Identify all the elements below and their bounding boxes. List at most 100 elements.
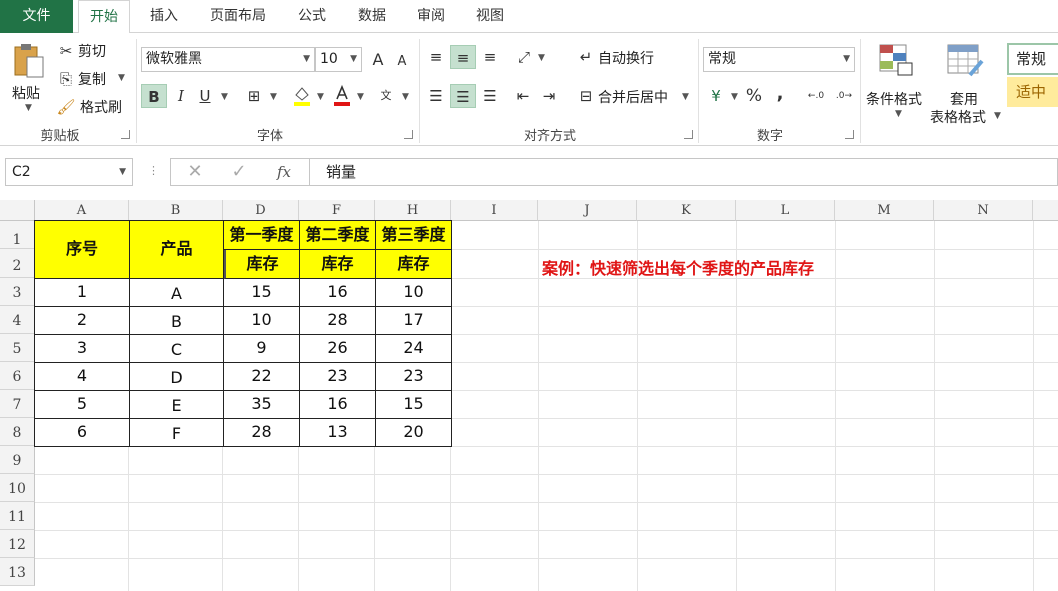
italic-button[interactable]: I <box>171 84 191 108</box>
row-header-4[interactable]: 4 <box>0 306 35 334</box>
row-header-9[interactable]: 9 <box>0 446 35 474</box>
percent-button[interactable]: % <box>743 84 765 108</box>
tab-formulas[interactable]: 公式 <box>286 0 338 33</box>
row-header-3[interactable]: 3 <box>0 278 35 306</box>
conditional-formatting-button[interactable]: 条件格式 ▼ <box>866 41 930 121</box>
increase-indent-icon[interactable]: ⇥ <box>538 84 560 108</box>
orientation-icon[interactable]: ⤢ <box>512 45 536 69</box>
font-color-dropdown-icon[interactable]: ▼ <box>357 92 364 102</box>
tab-page-layout[interactable]: 页面布局 <box>198 0 278 33</box>
phonetic-icon[interactable]: 文 <box>374 84 398 108</box>
align-bottom-icon[interactable]: ≡ <box>478 45 502 69</box>
shrink-font-icon[interactable]: A <box>393 50 411 74</box>
column-header-n[interactable]: N <box>934 200 1033 221</box>
formula-input[interactable]: 销量 <box>310 158 1058 186</box>
bold-button[interactable]: B <box>141 84 167 108</box>
align-left-icon[interactable]: ☰ <box>424 84 448 108</box>
table-cell[interactable]: 15 <box>376 391 452 419</box>
row-header-2[interactable]: 2 <box>0 249 35 278</box>
name-box[interactable]: C2 ▼ <box>5 158 133 186</box>
column-header-a[interactable]: A <box>35 200 129 221</box>
header-cell-q1[interactable]: 第一季度 <box>224 221 300 250</box>
select-all-corner[interactable] <box>0 200 35 221</box>
currency-icon[interactable]: ¥ <box>704 84 728 108</box>
currency-dropdown-icon[interactable]: ▼ <box>731 92 738 102</box>
table-cell[interactable]: 4 <box>35 363 130 391</box>
underline-dropdown-icon[interactable]: ▼ <box>221 92 228 102</box>
table-cell[interactable]: 5 <box>35 391 130 419</box>
table-cell[interactable]: 26 <box>300 335 376 363</box>
table-cell[interactable]: 23 <box>376 363 452 391</box>
font-color-icon[interactable] <box>330 84 354 108</box>
sub-header-cell-q3[interactable]: 库存 <box>376 250 452 279</box>
table-cell[interactable]: 10 <box>224 307 300 335</box>
table-cell[interactable]: A <box>130 279 224 307</box>
table-cell[interactable]: 9 <box>224 335 300 363</box>
decrease-indent-icon[interactable]: ⇤ <box>512 84 534 108</box>
borders-icon[interactable]: ⊞ <box>242 84 266 108</box>
column-header-k[interactable]: K <box>637 200 736 221</box>
header-cell-q3[interactable]: 第三季度 <box>376 221 452 250</box>
fill-color-icon[interactable] <box>290 84 314 108</box>
header-cell-seq[interactable]: 序号 <box>35 221 130 279</box>
table-cell[interactable]: 17 <box>376 307 452 335</box>
table-cell[interactable]: D <box>130 363 224 391</box>
row-header-6[interactable]: 6 <box>0 362 35 390</box>
row-header-5[interactable]: 5 <box>0 334 35 362</box>
confirm-icon[interactable]: ✓ <box>227 160 251 184</box>
row-header-13[interactable]: 13 <box>0 558 35 586</box>
row-header-8[interactable]: 8 <box>0 418 35 446</box>
table-cell[interactable]: C <box>130 335 224 363</box>
decrease-decimal-icon[interactable]: .0→ <box>832 84 856 108</box>
row-header-11[interactable]: 11 <box>0 502 35 530</box>
table-cell[interactable]: 10 <box>376 279 452 307</box>
table-cell[interactable]: 2 <box>35 307 130 335</box>
alignment-launcher-icon[interactable] <box>684 130 693 139</box>
format-as-table-button[interactable]: 套用 表格格式 ▼ <box>930 41 1004 126</box>
row-header-12[interactable]: 12 <box>0 530 35 558</box>
table-cell[interactable]: F <box>130 419 224 447</box>
column-header-f[interactable]: F <box>299 200 375 221</box>
align-right-icon[interactable]: ☰ <box>478 84 502 108</box>
header-cell-product[interactable]: 产品 <box>130 221 224 279</box>
table-cell[interactable]: 16 <box>300 279 376 307</box>
orientation-dropdown-icon[interactable]: ▼ <box>538 53 545 63</box>
column-header-d[interactable]: D <box>223 200 299 221</box>
tab-view[interactable]: 视图 <box>464 0 516 33</box>
cut-button[interactable]: ✂ 剪切 <box>56 39 126 61</box>
borders-dropdown-icon[interactable]: ▼ <box>270 92 277 102</box>
underline-button[interactable]: U <box>195 84 215 108</box>
tab-insert[interactable]: 插入 <box>138 0 190 33</box>
row-header-10[interactable]: 10 <box>0 474 35 502</box>
increase-decimal-icon[interactable]: ←.0 <box>804 84 828 108</box>
tab-home[interactable]: 开始 <box>78 0 130 34</box>
table-cell[interactable]: 35 <box>224 391 300 419</box>
table-cell[interactable]: 24 <box>376 335 452 363</box>
copy-button[interactable]: ⎘ 复制 ▼ <box>56 67 128 89</box>
font-launcher-icon[interactable] <box>404 130 413 139</box>
phonetic-dropdown-icon[interactable]: ▼ <box>402 92 409 102</box>
align-center-icon[interactable]: ☰ <box>450 84 476 108</box>
column-header-l[interactable]: L <box>736 200 835 221</box>
row-header-7[interactable]: 7 <box>0 390 35 418</box>
comma-button[interactable]: , <box>772 82 788 106</box>
merge-center-button[interactable]: ⊟ 合并后居中 ▼ <box>575 84 693 108</box>
number-format-select[interactable]: 常规 ▼ <box>703 47 855 72</box>
grow-font-icon[interactable]: A <box>368 48 388 72</box>
format-painter-button[interactable]: 🖌 格式刷 <box>56 95 132 117</box>
column-header-h[interactable]: H <box>375 200 451 221</box>
column-header-o[interactable] <box>1033 200 1058 221</box>
tab-data[interactable]: 数据 <box>346 0 398 33</box>
align-middle-icon[interactable]: ≡ <box>450 45 476 69</box>
cell-style-neutral[interactable]: 适中 <box>1007 77 1058 107</box>
align-top-icon[interactable]: ≡ <box>424 45 448 69</box>
table-cell[interactable]: 15 <box>224 279 300 307</box>
table-cell[interactable]: 13 <box>300 419 376 447</box>
paste-button[interactable]: 粘贴 ▼ <box>8 39 50 117</box>
table-cell[interactable]: 23 <box>300 363 376 391</box>
clipboard-launcher-icon[interactable] <box>121 130 130 139</box>
wrap-text-button[interactable]: ↵ 自动换行 <box>575 45 675 69</box>
font-name-select[interactable]: 微软雅黑 ▼ <box>141 47 315 72</box>
header-cell-q2[interactable]: 第二季度 <box>300 221 376 250</box>
table-cell[interactable]: 28 <box>300 307 376 335</box>
